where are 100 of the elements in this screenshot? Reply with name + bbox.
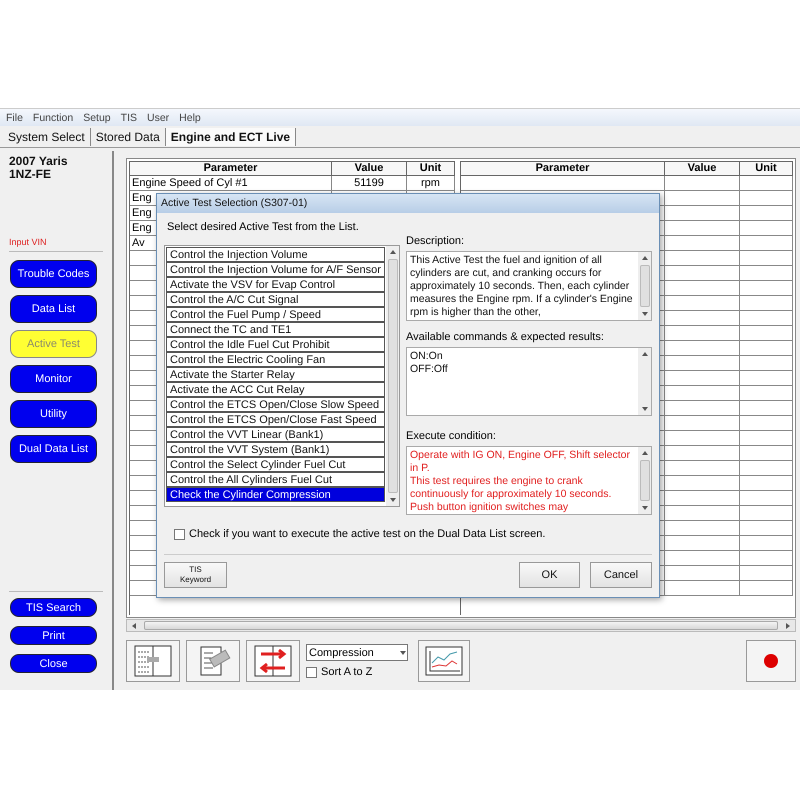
column-header: Parameter: [130, 161, 332, 176]
list-item[interactable]: Control the Injection Volume for A/F Sensor: [166, 262, 385, 277]
scroll-down-icon[interactable]: [640, 310, 648, 318]
column-header: Unit: [740, 161, 793, 176]
record-icon: [763, 653, 779, 669]
table-cell: [740, 236, 793, 251]
side-button[interactable]: Close: [10, 654, 97, 673]
table-cell: [740, 356, 793, 371]
description-label: Description:: [406, 235, 466, 247]
table-cell: [740, 416, 793, 431]
menu-item[interactable]: Help: [179, 112, 201, 124]
scroll-down-icon[interactable]: [640, 504, 648, 512]
scrollbar[interactable]: [386, 246, 399, 506]
scroll-right-icon[interactable]: [784, 622, 792, 630]
table-cell: Engine Speed of Cyl #1: [130, 176, 332, 191]
table-cell: [740, 326, 793, 341]
condition-text: This test requires the engine to crank continuously for approximately 10 seconds. Push button ignition switches may: [410, 475, 612, 514]
nav-button[interactable]: Trouble Codes: [10, 260, 97, 288]
scrollbar[interactable]: [638, 348, 651, 415]
sort-select[interactable]: Compression: [306, 644, 408, 661]
scrollbar[interactable]: [638, 252, 651, 320]
list-item[interactable]: Control the Injection Volume: [166, 247, 385, 262]
line-graph-icon[interactable]: [418, 640, 470, 682]
scroll-up-icon[interactable]: [388, 248, 396, 256]
record-button[interactable]: [746, 640, 796, 682]
menu-item[interactable]: Setup: [83, 112, 111, 124]
list-item[interactable]: Control the Idle Fuel Cut Prohibit: [166, 337, 385, 352]
tab[interactable]: Engine and ECT Live: [166, 128, 296, 146]
dropdown-arrow-icon[interactable]: [399, 648, 407, 656]
list-item[interactable]: Activate the ACC Cut Relay: [166, 382, 385, 397]
table-cell: [740, 431, 793, 446]
list-item[interactable]: Control the ETCS Open/Close Fast Speed: [166, 412, 385, 427]
menu-item[interactable]: TIS: [120, 112, 137, 124]
list-item[interactable]: Control the A/C Cut Signal: [166, 292, 385, 307]
horizontal-scrollbar[interactable]: [126, 619, 796, 632]
table-cell: rpm: [407, 176, 455, 191]
nav-button[interactable]: Dual Data List: [10, 435, 97, 463]
table-cell: [740, 401, 793, 416]
checkbox-label: Sort A to Z: [321, 666, 372, 678]
list-item[interactable]: Connect the TC and TE1: [166, 322, 385, 337]
commands-label: Available commands & expected results:: [406, 331, 605, 343]
nav-button[interactable]: Utility: [10, 400, 97, 428]
table-cell: [740, 446, 793, 461]
nav-button[interactable]: Monitor: [10, 365, 97, 393]
scroll-up-icon[interactable]: [640, 254, 648, 262]
list-item[interactable]: Control the Fuel Pump / Speed: [166, 307, 385, 322]
swap-lists-icon[interactable]: [246, 640, 300, 682]
engine-code: 1NZ-FE: [9, 168, 52, 181]
list-compare-icon[interactable]: [126, 640, 180, 682]
list-item[interactable]: Control the Select Cylinder Fuel Cut: [166, 457, 385, 472]
checkbox[interactable]: [306, 666, 317, 678]
table-cell: [740, 551, 793, 566]
table-cell: [740, 461, 793, 476]
table-cell: [740, 581, 793, 596]
side-button[interactable]: Print: [10, 626, 97, 645]
scroll-up-icon[interactable]: [640, 449, 648, 457]
table-cell: [740, 476, 793, 491]
command-text: ON:On: [410, 350, 444, 363]
scrollbar[interactable]: [638, 447, 651, 514]
description-text: This Active Test the fuel and ignition of all cylinders are cut, and cranking occurs for approximately 10 seconds. Then, each cylinder measures the Engine rpm. If a cylinder's Engine rpm is higher than the other,: [409, 253, 634, 320]
list-item[interactable]: Control the VVT System (Bank1): [166, 442, 385, 457]
table-cell: [740, 221, 793, 236]
menu-item[interactable]: File: [6, 112, 23, 124]
column-header: Value: [665, 161, 740, 176]
table-cell: [740, 176, 793, 191]
menu-item[interactable]: Function: [32, 112, 74, 124]
ok-button[interactable]: OK: [519, 562, 580, 588]
condition-text: Operate with IG ON, Engine OFF, Shift selector in P.: [410, 449, 632, 475]
table-cell: [740, 491, 793, 506]
column-header: Parameter: [461, 161, 665, 176]
cancel-button[interactable]: Cancel: [590, 562, 652, 588]
table-cell: [740, 251, 793, 266]
side-button[interactable]: TIS Search: [10, 598, 97, 617]
checkbox[interactable]: [174, 528, 185, 540]
list-item[interactable]: Activate the VSV for Evap Control: [166, 277, 385, 292]
column-header: Unit: [407, 161, 455, 176]
scroll-left-icon[interactable]: [130, 622, 138, 630]
scroll-down-icon[interactable]: [388, 496, 396, 504]
table-cell: [740, 191, 793, 206]
condition-label: Execute condition:: [406, 430, 497, 442]
list-item[interactable]: Control the All Cylinders Fuel Cut: [166, 472, 385, 487]
list-item[interactable]: Control the VVT Linear (Bank1): [166, 427, 385, 442]
table-cell: [740, 341, 793, 356]
scroll-down-icon[interactable]: [640, 405, 648, 413]
vehicle-model: 2007 Yaris: [9, 155, 69, 168]
table-cell: [740, 536, 793, 551]
list-item[interactable]: Control the ETCS Open/Close Slow Speed: [166, 397, 385, 412]
table-cell: [740, 506, 793, 521]
table-cell: [740, 206, 793, 221]
list-item[interactable]: Check the Cylinder Compression: [166, 487, 385, 502]
nav-button[interactable]: Data List: [10, 295, 97, 323]
table-cell: [740, 311, 793, 326]
list-item[interactable]: Control the Electric Cooling Fan: [166, 352, 385, 367]
table-cell: [740, 566, 793, 581]
input-vin-label: Input VIN: [9, 237, 103, 252]
menu-item[interactable]: User: [147, 112, 170, 124]
scroll-up-icon[interactable]: [640, 350, 648, 358]
tab[interactable]: System Select: [3, 128, 91, 146]
list-item[interactable]: Activate the Starter Relay: [166, 367, 385, 382]
tis-keyword-button[interactable]: TIS Keyword: [164, 562, 227, 588]
